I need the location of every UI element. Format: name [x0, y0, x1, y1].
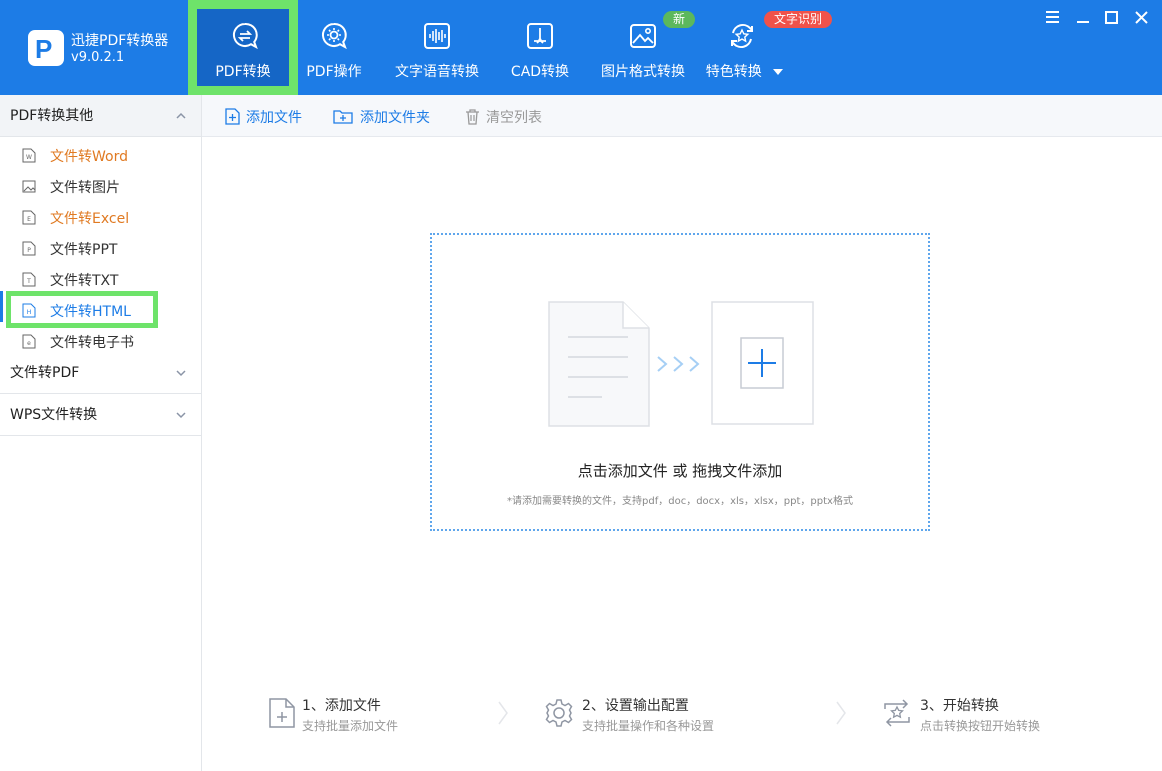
sidebar-item-label: 文件转电子书: [50, 335, 134, 351]
tab-label: CAD转换: [510, 64, 570, 80]
chevron-down-icon: [176, 370, 186, 377]
file-excel-icon: E: [22, 210, 36, 225]
tab-label: 图片格式转换: [601, 64, 685, 80]
badge-ocr: 文字识别: [764, 11, 832, 28]
cad-icon: [527, 23, 553, 49]
group-label: PDF转换其他: [10, 108, 94, 124]
svg-text:P: P: [27, 247, 31, 254]
add-file-step-icon: [269, 698, 295, 728]
sidebar-item-image[interactable]: 文件转图片: [0, 171, 201, 202]
step-title: 1、添加文件: [302, 698, 381, 714]
menu-icon[interactable]: [1043, 8, 1063, 28]
tab-text-speech[interactable]: 文字语音转换: [390, 0, 484, 95]
sidebar-item-ppt[interactable]: P 文件转PPT: [0, 233, 201, 264]
chevron-right-icon: [836, 701, 846, 725]
badge-new: 新: [663, 11, 695, 28]
drop-zone-title: 点击添加文件 或 拖拽文件添加: [577, 462, 783, 480]
tab-label: 特色转换: [702, 61, 788, 81]
sidebar-item-label: 文件转图片: [50, 180, 120, 196]
image-icon: [630, 24, 656, 48]
chevron-down-icon: [176, 412, 186, 419]
active-indicator: [0, 291, 3, 322]
pdf-convert-icon: [233, 22, 258, 50]
convert-cycle-icon: [884, 699, 910, 727]
clear-list-label: 清空列表: [486, 110, 542, 126]
add-folder-icon: [333, 110, 353, 124]
tab-label-text: 特色转换: [705, 64, 762, 80]
sidebar-group-wps[interactable]: WPS文件转换: [0, 394, 201, 436]
sidebar-group-pdf-other[interactable]: PDF转换其他: [0, 95, 201, 137]
tab-label: PDF操作: [306, 64, 362, 80]
step-title: 3、开始转换: [920, 698, 999, 714]
file-drop-zone[interactable]: 点击添加文件 或 拖拽文件添加 *请添加需要转换的文件，支持pdf，doc，do…: [430, 233, 930, 531]
pdf-ops-icon: [322, 22, 347, 50]
group-label: 文件转PDF: [10, 365, 80, 381]
sidebar-item-label: 文件转Word: [50, 149, 128, 165]
top-navigation-bar: P 迅捷PDF转换器 v9.0.2.1 PDF转换 PDF操作 文字语音转换 C…: [0, 0, 1162, 95]
chevron-right-icon: [498, 701, 508, 725]
app-name: 迅捷PDF转换器: [71, 33, 169, 49]
logo-letter: P: [35, 34, 53, 64]
app-window: P 迅捷PDF转换器 v9.0.2.1 PDF转换 PDF操作 文字语音转换 C…: [0, 0, 1162, 771]
file-ebook-icon: e: [22, 334, 36, 349]
tab-label: 文字语音转换: [395, 64, 479, 80]
minimize-icon[interactable]: [1073, 8, 1093, 28]
close-icon[interactable]: [1132, 8, 1152, 28]
chevron-up-icon: [176, 112, 186, 119]
app-logo: P: [28, 30, 64, 66]
file-ppt-icon: P: [22, 241, 36, 256]
audio-wave-icon: [424, 23, 450, 49]
selection-highlight: [6, 291, 158, 328]
file-toolbar: 添加文件 添加文件夹 清空列表: [202, 95, 1162, 137]
add-file-icon: [225, 108, 240, 125]
step-title: 2、设置输出配置: [582, 698, 689, 714]
tab-cad-convert[interactable]: CAD转换: [506, 0, 574, 95]
sidebar-item-word[interactable]: W 文件转Word: [0, 140, 201, 171]
sidebar-item-label: 文件转Excel: [50, 211, 130, 227]
svg-text:W: W: [26, 154, 32, 161]
sidebar-item-label: 文件转PPT: [50, 242, 118, 258]
tab-pdf-operations[interactable]: PDF操作: [300, 0, 368, 95]
sidebar-group-to-pdf[interactable]: 文件转PDF: [0, 352, 201, 394]
add-file-illustration: [548, 301, 814, 427]
svg-text:T: T: [26, 278, 31, 285]
sidebar-item-label: 文件转TXT: [50, 273, 119, 289]
step-subtitle: 支持批量添加文件: [302, 719, 399, 733]
star-cycle-icon: [731, 23, 753, 49]
caret-down-icon: [773, 69, 784, 75]
app-version: v9.0.2.1: [71, 50, 125, 65]
tab-label: PDF转换: [215, 64, 271, 80]
maximize-icon[interactable]: [1102, 8, 1122, 28]
file-image-icon: [22, 180, 36, 193]
file-txt-icon: T: [22, 272, 36, 287]
file-word-icon: W: [22, 148, 36, 163]
add-folder-label: 添加文件夹: [360, 110, 430, 126]
tab-pdf-convert[interactable]: PDF转换: [188, 0, 298, 95]
group-label: WPS文件转换: [10, 407, 98, 423]
step-subtitle: 支持批量操作和各种设置: [582, 719, 715, 733]
add-file-label: 添加文件: [246, 110, 302, 126]
sidebar-item-excel[interactable]: E 文件转Excel: [0, 202, 201, 233]
drop-zone-hint: *请添加需要转换的文件，支持pdf，doc，docx，xls，xlsx，ppt，…: [507, 496, 853, 507]
gear-icon: [545, 699, 573, 727]
trash-icon: [466, 109, 479, 125]
sidebar: PDF转换其他 W 文件转Word 文件转图片 E 文件转Excel P 文件转…: [0, 95, 202, 771]
svg-text:e: e: [27, 340, 31, 347]
svg-text:E: E: [27, 216, 31, 223]
step-subtitle: 点击转换按钮开始转换: [920, 719, 1041, 733]
